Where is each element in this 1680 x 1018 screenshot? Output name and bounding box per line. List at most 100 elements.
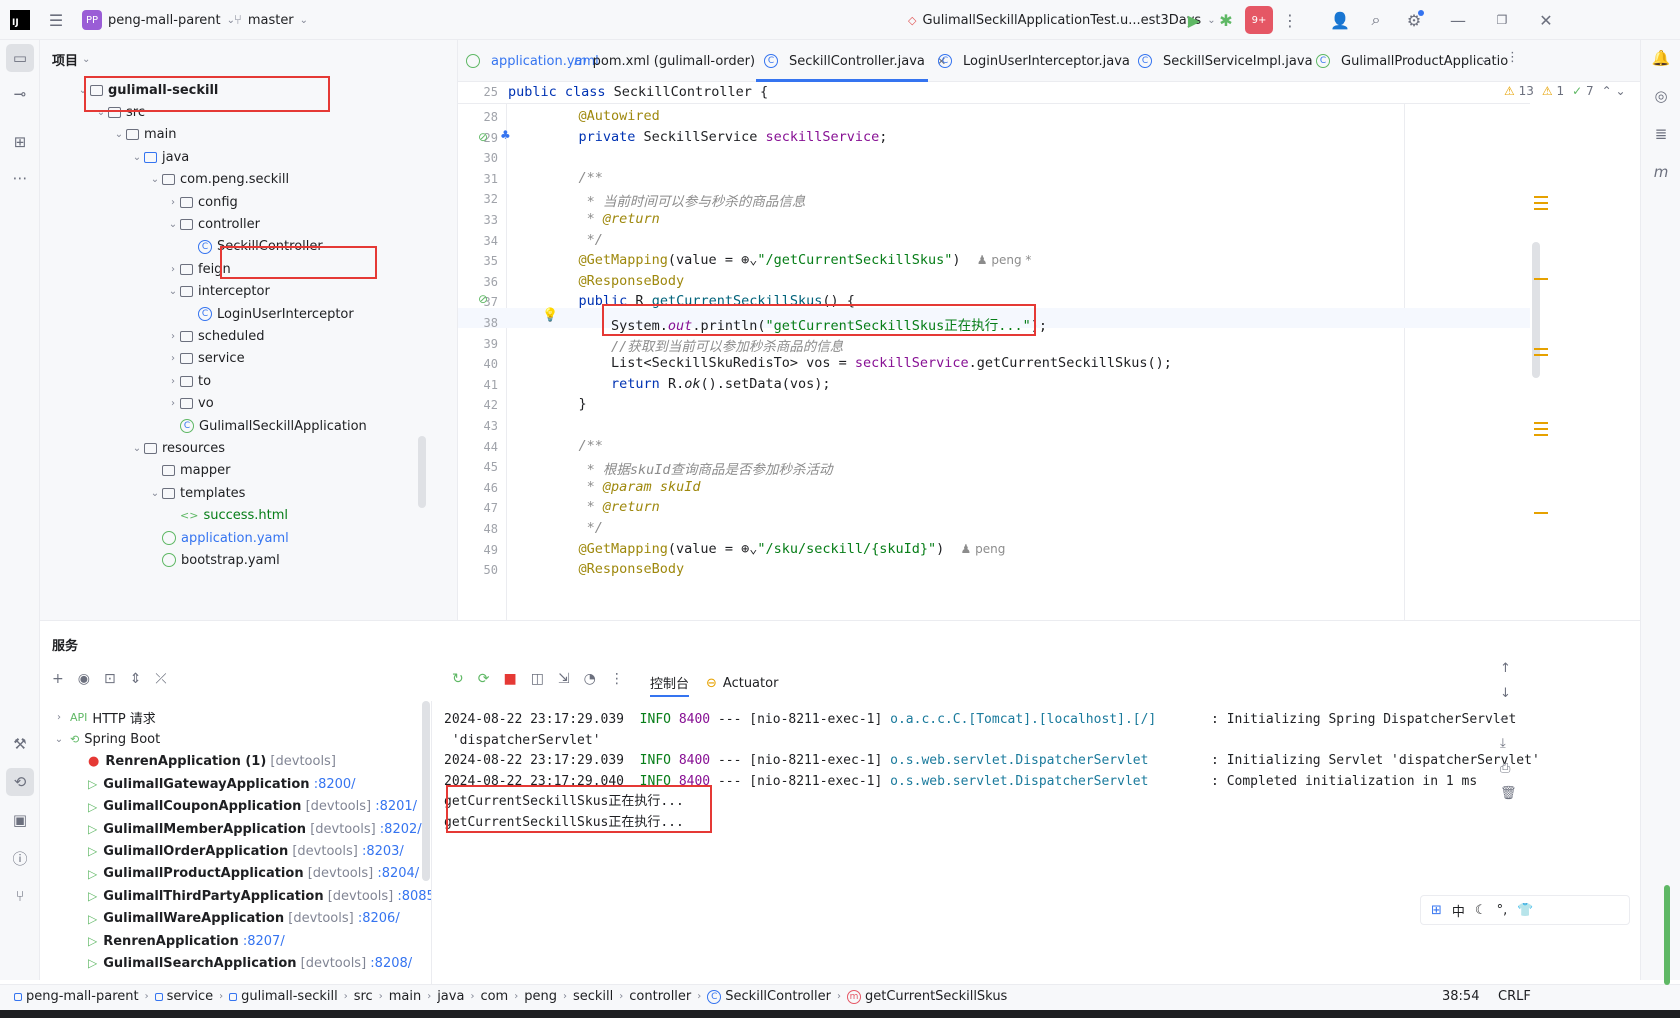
editor-tab[interactable]: C SeckillServiceImpl.java: [1138, 40, 1313, 82]
build-icon[interactable]: ⚒: [6, 730, 34, 758]
service-group[interactable]: ⌄ ⟲ Spring Boot: [52, 727, 160, 751]
debug-icon[interactable]: ✱: [1212, 6, 1240, 34]
code-editor[interactable]: 25 public class SeckillController { ⚠ 13…: [458, 82, 1640, 620]
add-user-icon[interactable]: 👤: [1326, 6, 1354, 34]
stop-icon[interactable]: ■: [503, 671, 516, 687]
tree-node[interactable]: › config: [166, 190, 238, 214]
chevron-down-icon[interactable]: ⌄: [166, 286, 180, 297]
tree-node[interactable]: › feign: [166, 257, 231, 281]
main-menu-icon[interactable]: ☰: [42, 6, 70, 34]
service-item[interactable]: ▷ GulimallCouponApplication [devtools] :8…: [88, 795, 417, 819]
breadcrumb-item[interactable]: com: [480, 989, 508, 1004]
tree-node[interactable]: ⌄ src: [94, 100, 145, 124]
project-switcher[interactable]: PP peng-mall-parent ⌄: [82, 8, 235, 32]
service-port-link[interactable]: :8203/: [358, 844, 404, 859]
minimize-icon[interactable]: —: [1444, 6, 1472, 34]
more-actions-icon[interactable]: ⋮: [1276, 6, 1304, 34]
profiler-icon[interactable]: ◔: [584, 671, 596, 687]
service-item[interactable]: ▷ RenrenApplication :8207/: [88, 929, 285, 953]
chevron-down-icon[interactable]: ⌄: [166, 219, 180, 230]
vcs-branch-widget[interactable]: ⑂ master ⌄: [234, 8, 308, 32]
editor-tab[interactable]: m pom.xml (gulimall-order): [574, 40, 755, 82]
clear-all-icon[interactable]: 🗑: [1500, 786, 1517, 801]
cursor-position[interactable]: 38:54: [1442, 989, 1479, 1004]
tabs-more-icon[interactable]: ⋮: [1506, 50, 1519, 65]
run-icon[interactable]: ▶: [1180, 6, 1208, 34]
log-logger[interactable]: o.s.web.servlet.DispatcherServlet: [890, 753, 1203, 768]
problems-icon[interactable]: ⓘ: [6, 844, 34, 872]
service-item[interactable]: ▷ GulimallThirdPartyApplication [devtools…: [88, 884, 431, 908]
chevron-down-icon[interactable]: ⌄: [148, 488, 162, 499]
breadcrumb-item[interactable]: peng: [524, 989, 557, 1004]
chevron-right-icon[interactable]: ›: [166, 398, 180, 409]
terminal-icon[interactable]: ▣: [6, 806, 34, 834]
editor-tab[interactable]: C LoginUserInterceptor.java: [938, 40, 1130, 82]
breadcrumb-item[interactable]: gulimall-seckill: [229, 989, 338, 1004]
project-panel-header[interactable]: 项目 ⌄: [52, 50, 90, 69]
spring-gutter-icon[interactable]: ♣: [500, 128, 511, 142]
breadcrumb-item[interactable]: src: [354, 989, 373, 1004]
service-port-link[interactable]: :8207/: [239, 934, 285, 949]
tab-actuator[interactable]: ⊖ Actuator: [706, 669, 778, 697]
service-port-link[interactable]: :8202/: [376, 822, 422, 837]
service-port-link[interactable]: :8206/: [354, 911, 400, 926]
structure-icon[interactable]: ⊞: [6, 128, 34, 156]
tree-node[interactable]: bootstrap.yaml: [148, 548, 280, 572]
run-config-selector[interactable]: ◇ GulimallSeckillApplicationTest.u...est…: [908, 8, 1216, 32]
breadcrumb-item[interactable]: controller: [629, 989, 691, 1004]
scroll-down-icon[interactable]: ↓: [1500, 686, 1517, 701]
tree-node[interactable]: › service: [166, 347, 245, 371]
project-scrollbar-thumb[interactable]: [418, 436, 426, 508]
tree-node[interactable]: ⌄ main: [112, 123, 177, 147]
tree-node[interactable]: mapper: [148, 459, 230, 483]
chevron-down-icon[interactable]: ⌄: [94, 107, 108, 118]
chevron-down-icon[interactable]: ⌄: [112, 129, 126, 140]
maven-icon[interactable]: m: [1647, 158, 1675, 186]
chevron-right-icon[interactable]: ›: [52, 712, 66, 723]
notifications-bell-icon[interactable]: 🔔: [1647, 44, 1675, 72]
settings-gear-icon[interactable]: ⚙: [1400, 6, 1428, 34]
breadcrumb-item[interactable]: java: [437, 989, 464, 1004]
print-icon[interactable]: ⎙: [1500, 761, 1517, 776]
service-port-link[interactable]: :8204/: [373, 866, 419, 881]
view-options-icon[interactable]: ◉: [78, 671, 90, 687]
tree-node[interactable]: <> success.html: [166, 504, 288, 528]
add-service-icon[interactable]: +: [52, 671, 64, 687]
tab-console[interactable]: 控制台: [650, 669, 690, 697]
tree-node[interactable]: C LoginUserInterceptor: [184, 302, 354, 326]
bean-gutter-icon[interactable]: ⊘: [478, 130, 488, 144]
tree-node[interactable]: ⌄ interceptor: [166, 280, 270, 304]
services-scrollbar-thumb[interactable]: [422, 701, 430, 881]
endpoint-gutter-icon[interactable]: ⊘: [478, 292, 488, 306]
chevron-right-icon[interactable]: ›: [166, 197, 180, 208]
breadcrumb-item[interactable]: peng-mall-parent: [14, 989, 139, 1004]
tabs-overflow-chevron-icon[interactable]: ⌄: [1480, 52, 1490, 66]
more-tools-icon[interactable]: ⋯: [6, 164, 34, 192]
git-icon[interactable]: ⑂: [6, 882, 34, 910]
ai-assistant-icon[interactable]: ◎: [1647, 82, 1675, 110]
breadcrumb-item[interactable]: seckill: [573, 989, 613, 1004]
new-group-icon[interactable]: ⊡: [104, 671, 116, 687]
breadcrumb-item[interactable]: main: [389, 989, 421, 1004]
chevron-down-icon[interactable]: ⌄: [130, 443, 144, 454]
tree-node[interactable]: application.yaml: [148, 526, 289, 550]
chevron-down-icon[interactable]: ⌄: [130, 152, 144, 163]
project-tool-icon[interactable]: ▭: [6, 44, 34, 72]
soft-wrap-icon[interactable]: ⤶: [1500, 711, 1517, 726]
editor-scrollbar-thumb[interactable]: [1532, 242, 1540, 378]
chevron-right-icon[interactable]: ›: [166, 376, 180, 387]
inspection-widget[interactable]: ⚠ 13 ⚠ 1 ✓ 7 ⌃ ⌄: [1504, 84, 1626, 98]
breadcrumb-item[interactable]: service: [154, 989, 213, 1004]
collapse-all-icon[interactable]: ⤫: [155, 671, 166, 687]
rerun-icon[interactable]: ↻: [452, 671, 464, 687]
tree-node[interactable]: C SeckillController: [50, 234, 424, 259]
database-icon[interactable]: ≣: [1647, 120, 1675, 148]
commit-icon[interactable]: ⊸: [6, 80, 34, 108]
chevron-right-icon[interactable]: ›: [166, 353, 180, 364]
close-icon[interactable]: ✕: [1532, 6, 1560, 34]
tree-node[interactable]: ⌄ com.peng.seckill: [148, 168, 289, 192]
intention-bulb-icon[interactable]: 💡: [542, 308, 558, 323]
ime-toolbar[interactable]: ⊞ 中 ☾ °, 👕: [1420, 895, 1630, 925]
chevron-right-icon[interactable]: ›: [166, 331, 180, 342]
service-group[interactable]: › API HTTP 请求: [52, 705, 156, 729]
